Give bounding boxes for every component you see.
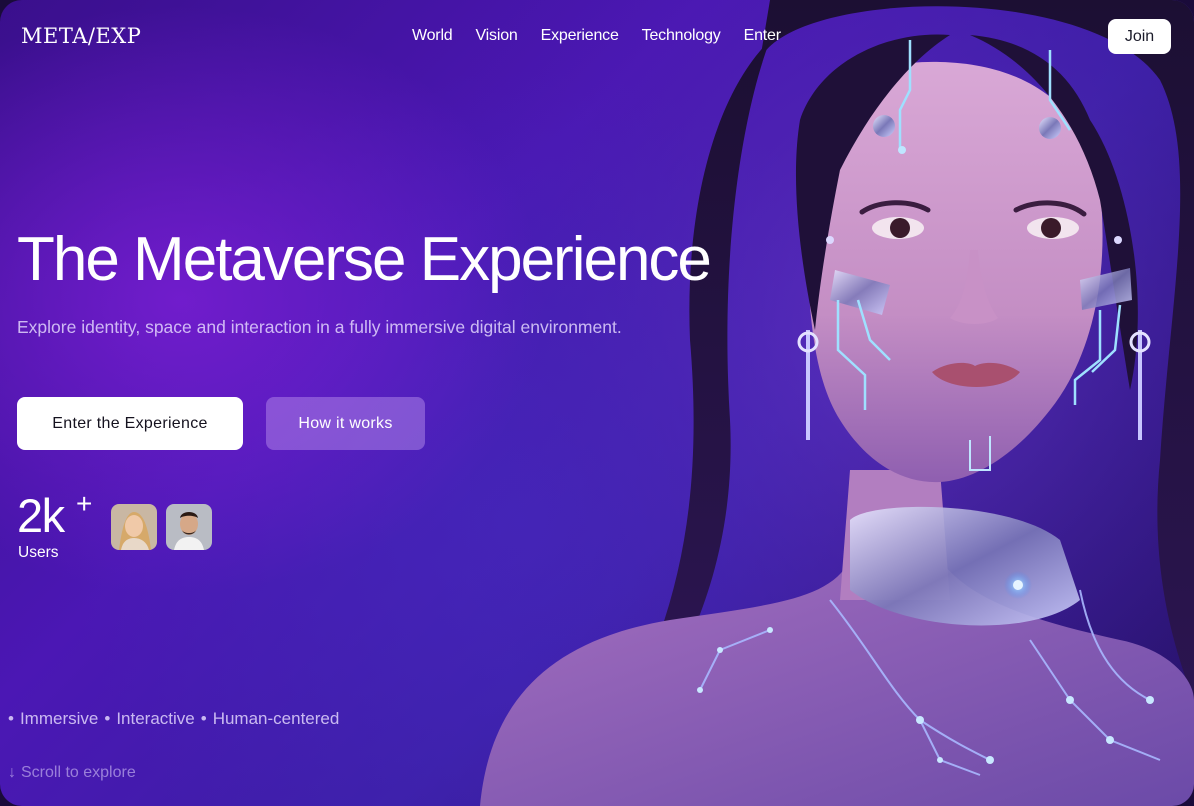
tag-bullet: • bbox=[8, 709, 14, 728]
nav-link-technology[interactable]: Technology bbox=[642, 27, 721, 45]
how-it-works-button[interactable]: How it works bbox=[266, 397, 425, 450]
user-avatar-1 bbox=[111, 504, 157, 550]
nav-link-world[interactable]: World bbox=[412, 27, 453, 45]
arrow-down-icon: ↓ bbox=[8, 764, 16, 781]
nav-link-vision[interactable]: Vision bbox=[476, 27, 518, 45]
enter-experience-button[interactable]: Enter the Experience bbox=[17, 397, 243, 450]
users-count-suffix: + bbox=[76, 488, 93, 519]
main-navigation: World Vision Experience Technology Enter bbox=[412, 27, 781, 45]
users-count: 2k bbox=[17, 489, 65, 542]
tag-bullet: • bbox=[200, 709, 207, 728]
tag-human-centered: Human-centered bbox=[212, 709, 340, 728]
nav-link-enter[interactable]: Enter bbox=[744, 27, 781, 45]
brand-logo[interactable]: META/EXP bbox=[21, 24, 141, 48]
hero-subtitle: Explore identity, space and interaction … bbox=[17, 317, 622, 337]
feature-tags: • Immersive • Interactive • Human-center… bbox=[8, 709, 339, 729]
user-avatar-2 bbox=[166, 504, 212, 550]
join-button[interactable]: Join bbox=[1108, 19, 1171, 54]
hero-title: The Metaverse Experience bbox=[17, 225, 712, 294]
hero-section: META/EXP World Vision Experience Technol… bbox=[0, 0, 1194, 806]
tag-bullet: • bbox=[104, 709, 111, 728]
tag-immersive: Immersive bbox=[19, 709, 99, 728]
scroll-hint-label: Scroll to explore bbox=[21, 764, 136, 781]
nav-link-experience[interactable]: Experience bbox=[541, 27, 619, 45]
tag-interactive: Interactive bbox=[116, 709, 195, 728]
hero-portrait-image bbox=[470, 0, 1194, 806]
scroll-hint[interactable]: ↓ Scroll to explore bbox=[8, 764, 136, 782]
users-label: Users bbox=[18, 544, 59, 561]
